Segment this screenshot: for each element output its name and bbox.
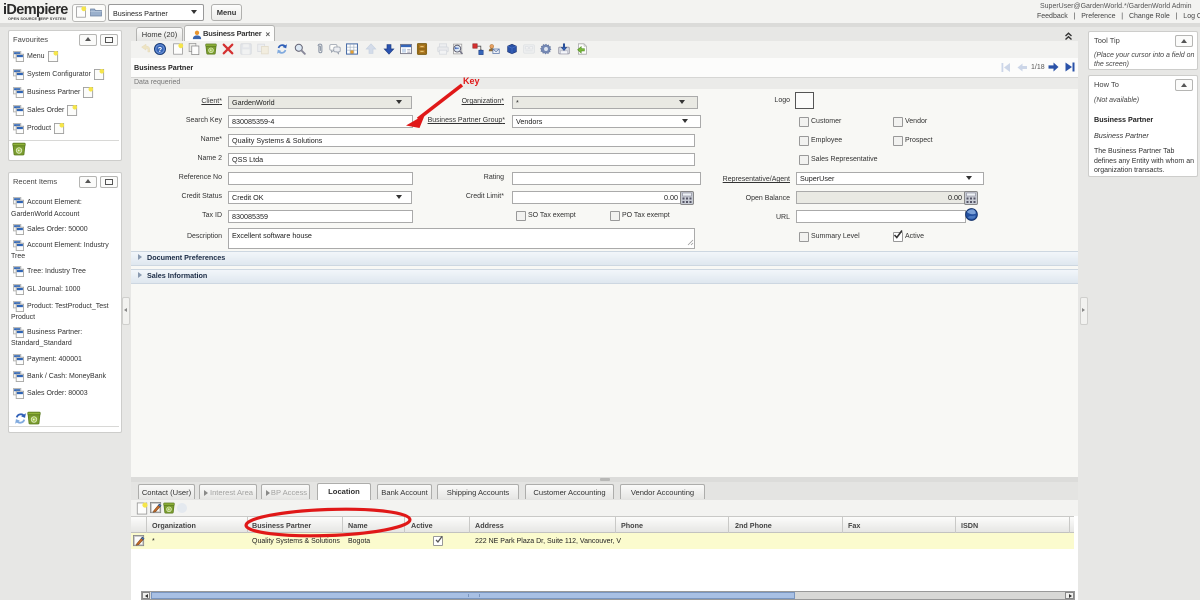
svg-text:?: ? xyxy=(158,45,162,54)
